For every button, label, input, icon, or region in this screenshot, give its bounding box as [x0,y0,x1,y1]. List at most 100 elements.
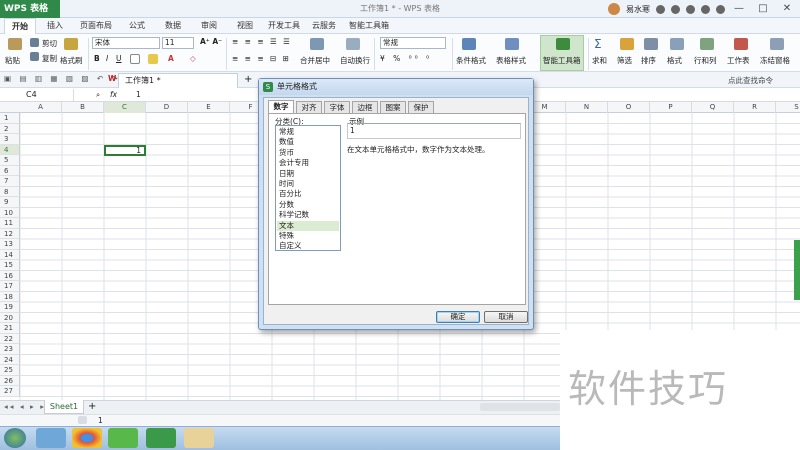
category-item[interactable]: 科学记数 [277,210,339,221]
user-name[interactable]: 易水寒 [626,4,650,15]
function-icon[interactable]: fx [110,90,117,99]
row-header-6[interactable]: 6 [0,165,20,176]
tab-alignment[interactable]: 对齐 [296,101,322,113]
column-header-c[interactable]: C [104,102,146,113]
font-size-select[interactable]: 11 [162,37,194,49]
freeze-panes-button[interactable]: 冻结窗格 [760,55,790,66]
tab-view[interactable]: 视图 [230,18,260,34]
column-header-n[interactable]: N [566,102,608,113]
row-header-11[interactable]: 11 [0,218,20,229]
row-header-2[interactable]: 2 [0,123,20,134]
wrap-text-button[interactable]: 自动换行 [340,55,370,66]
clock-icon[interactable] [656,4,665,14]
number-format-icons[interactable]: ¥ % ⁰⁰ ⁰ [380,54,432,63]
tab-font[interactable]: 字体 [324,101,350,113]
format-painter-icon[interactable] [64,38,78,50]
tab-cloud[interactable]: 云服务 [306,18,342,34]
avatar[interactable] [608,3,620,15]
table-style-icon[interactable] [505,38,519,50]
start-button[interactable] [4,428,26,448]
column-header-s[interactable]: S [776,102,800,113]
category-list[interactable]: 常规 数值 货币 会计专用 日期 时间 百分比 分数 科学记数 文本 特殊 自定义 [275,125,341,251]
column-header-b[interactable]: B [62,102,104,113]
sum-button[interactable]: 求和 [592,55,607,66]
paste-button[interactable]: 粘贴 [5,55,20,66]
play-icon[interactable] [671,4,680,14]
zoom-icon[interactable]: ⌕ [96,90,100,100]
column-header-r[interactable]: R [734,102,776,113]
row-header-15[interactable]: 15 [0,260,20,271]
row-header-25[interactable]: 25 [0,365,20,376]
filter-button[interactable]: 筛选 [617,55,632,66]
row-header-26[interactable]: 26 [0,375,20,386]
minimize-button[interactable]: — [728,0,750,18]
merge-center-icon[interactable] [310,38,324,50]
category-item[interactable]: 文本 [277,220,339,232]
conditional-format-button[interactable]: 条件格式 [456,55,486,66]
category-item[interactable]: 百分比 [277,189,339,200]
table-style-button[interactable]: 表格样式 [496,55,526,66]
name-box[interactable]: C4 [0,89,74,101]
settings-icon[interactable] [686,4,695,14]
row-header-9[interactable]: 9 [0,197,20,208]
cut-button[interactable]: 剪切 [42,38,57,49]
category-item[interactable]: 自定义 [277,241,339,252]
row-header-18[interactable]: 18 [0,291,20,302]
taskbar-explorer-icon[interactable] [36,428,66,448]
tab-formulas[interactable]: 公式 [122,18,152,34]
tab-smart-toolbox[interactable]: 智能工具箱 [344,18,394,34]
conditional-format-icon[interactable] [462,38,476,50]
row-header-3[interactable]: 3 [0,134,20,145]
column-header-d[interactable]: D [146,102,188,113]
rows-cols-button[interactable]: 行和列 [694,55,717,66]
tab-developer[interactable]: 开发工具 [264,18,304,34]
sheet-tab-sheet1[interactable]: Sheet1 [44,400,84,414]
category-item[interactable]: 日期 [277,169,339,180]
row-header-14[interactable]: 14 [0,249,20,260]
column-header-o[interactable]: O [608,102,650,113]
row-header-1[interactable]: 1 [0,113,20,124]
italic-icon[interactable]: I [106,54,108,63]
row-header-22[interactable]: 22 [0,333,20,344]
app-menu-button[interactable]: WPS 表格 [0,0,60,18]
active-cell-c4[interactable]: 1 [104,144,146,156]
cancel-button[interactable]: 取消 [484,311,528,323]
row-header-12[interactable]: 12 [0,228,20,239]
tab-protection[interactable]: 保护 [408,101,434,113]
vertical-scrollbar-thumb[interactable] [794,240,800,300]
command-search[interactable]: 点此查找命令 [728,75,773,86]
underline-icon[interactable]: U [116,54,122,63]
category-item[interactable]: 会计专用 [277,158,339,169]
category-item[interactable]: 特殊 [277,231,339,242]
format-painter-button[interactable]: 格式刷 [60,55,83,66]
paste-icon[interactable] [8,38,22,50]
border-icon[interactable] [130,54,140,64]
help-icon[interactable] [716,4,725,14]
column-header-e[interactable]: E [188,102,230,113]
tab-home[interactable]: 开始 [4,18,36,34]
tab-insert[interactable]: 插入 [40,18,70,34]
copy-button[interactable]: 复制 [42,53,57,64]
worksheet-icon[interactable] [734,38,748,50]
skin-icon[interactable] [701,4,710,14]
row-header-13[interactable]: 13 [0,239,20,250]
horizontal-scrollbar[interactable] [480,403,560,411]
row-header-16[interactable]: 16 [0,270,20,281]
category-item[interactable]: 分数 [277,200,339,211]
merge-center-button[interactable]: 合并居中 [300,55,330,66]
row-header-17[interactable]: 17 [0,281,20,292]
sum-icon[interactable]: Σ [594,37,602,51]
column-header-q[interactable]: Q [692,102,734,113]
row-header-4[interactable]: 4 [0,144,20,155]
align-horizontal-icons[interactable]: ≡ ≡ ≡ ⊟ ⊞ [232,54,291,63]
row-header-23[interactable]: 23 [0,344,20,355]
row-header-21[interactable]: 21 [0,323,20,334]
row-header-24[interactable]: 24 [0,354,20,365]
new-tab-icon[interactable]: + [244,74,252,85]
rows-cols-icon[interactable] [700,38,714,50]
worksheet-button[interactable]: 工作表 [727,55,750,66]
row-header-20[interactable]: 20 [0,312,20,323]
column-header-p[interactable]: P [650,102,692,113]
category-item[interactable]: 常规 [277,127,339,138]
ok-button[interactable]: 确定 [436,311,480,323]
